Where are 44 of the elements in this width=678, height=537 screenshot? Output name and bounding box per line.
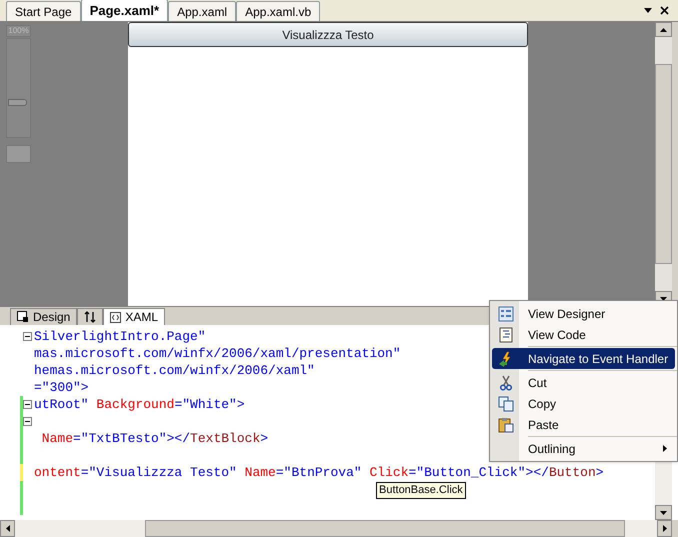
- scroll-right-icon[interactable]: [662, 525, 666, 532]
- view-tab[interactable]: [77, 308, 104, 325]
- code-line: utRoot" Background="White">: [34, 396, 245, 414]
- document-tab[interactable]: App.xaml: [168, 1, 236, 21]
- horizontal-scrollbar[interactable]: [0, 520, 672, 537]
- menu-item[interactable]: Copy: [492, 393, 675, 414]
- clipboard-icon: [498, 416, 514, 432]
- close-icon[interactable]: [660, 6, 669, 15]
- form-layout-icon: [498, 306, 514, 322]
- menu-item[interactable]: Paste: [492, 414, 675, 435]
- code-document-icon: [498, 326, 514, 342]
- preview-button[interactable]: Visualizzza Testo: [128, 22, 528, 47]
- view-tab[interactable]: XAML: [103, 308, 166, 325]
- menu-item[interactable]: View Designer: [492, 303, 675, 324]
- xaml-document-icon: [110, 312, 122, 322]
- menu-item[interactable]: View Code: [492, 324, 675, 345]
- collapse-icon[interactable]: [23, 400, 32, 409]
- code-line: SilverlightIntro.Page": [34, 328, 206, 346]
- scroll-down-icon[interactable]: [660, 510, 667, 514]
- menu-item[interactable]: Outlining: [492, 438, 675, 459]
- zoom-slider[interactable]: [6, 38, 31, 138]
- code-line: mas.microsoft.com/winfx/2006/xaml/presentation": [34, 344, 401, 363]
- slider-thumb[interactable]: [8, 99, 27, 106]
- scroll-left-icon[interactable]: [6, 525, 10, 532]
- menu-item[interactable]: Cut: [492, 372, 675, 393]
- scroll-up-icon[interactable]: [660, 28, 667, 32]
- code-line: ontent="Visualizzza Testo" Name="BtnProva" Click="Button_Click"></Button>: [34, 464, 604, 482]
- submenu-arrow-icon: [663, 445, 667, 452]
- collapse-icon[interactable]: [23, 332, 32, 341]
- view-tab[interactable]: Design: [10, 308, 78, 325]
- collapse-icon[interactable]: [23, 417, 32, 426]
- code-line: Name="TxtBTesto"></TextBlock>: [40, 430, 268, 448]
- document-tab[interactable]: App.xaml.vb: [236, 1, 320, 21]
- tooltip: ButtonBase.Click: [376, 482, 466, 499]
- swap-arrows-icon: [84, 311, 96, 323]
- dropdown-arrow-icon[interactable]: [644, 8, 652, 13]
- code-line: hemas.microsoft.com/winfx/2006/xaml": [34, 362, 315, 380]
- scissors-icon: [498, 374, 514, 390]
- document-tab[interactable]: Start Page: [6, 1, 81, 21]
- code-line: ="300">: [34, 378, 89, 397]
- menu-item[interactable]: Navigate to Event Handler: [492, 348, 675, 369]
- copy-icon: [498, 396, 514, 412]
- document-tab[interactable]: Page.xaml*: [80, 0, 168, 21]
- design-view-icon: [17, 311, 29, 323]
